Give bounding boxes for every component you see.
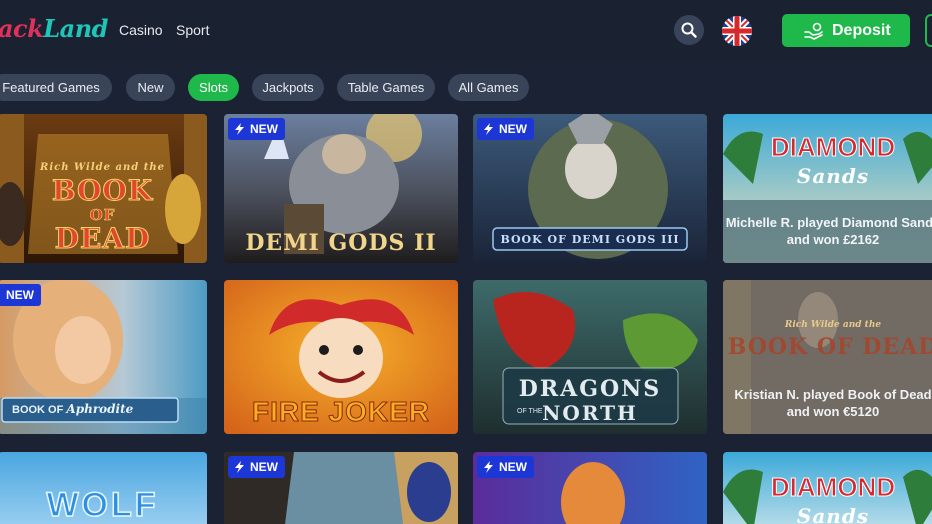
book-of-dead-word-book: BOOK [51,174,154,208]
uk-flag-icon [722,16,752,46]
fire-joker-title: FIRE JOKER [251,396,431,428]
game-tile-demi-gods-2[interactable]: NEW DEMI GODS II [224,114,458,263]
account-button[interactable] [925,14,932,47]
game-tile-book-of-dead-2[interactable]: Rich Wilde and the BOOK OF DEAD Kristian… [723,280,932,434]
logo-text-part2: Land [43,14,108,43]
lightning-icon [484,123,493,135]
tab-featured-games[interactable]: Featured Games [0,74,112,101]
new-badge: NEW [228,118,285,140]
diamond-sands-2-subtitle: Sands [796,504,870,524]
lightning-icon [484,461,493,473]
new-badge-label: NEW [250,122,278,136]
game-tile-book-of-aphrodite[interactable]: NEW BOOK OF Aphrodite [0,280,207,434]
hand-coin-icon [804,22,823,40]
dragons-title-line1: DRAGONS [518,376,662,402]
lightning-icon [235,461,244,473]
logo-text-part1: ack [0,14,44,43]
dragons-title-line3: NORTH [542,401,638,425]
game-tile-fire-joker[interactable]: FIRE JOKER [224,280,458,434]
game-tile-book-of-demi-gods-3[interactable]: NEW BOOK OF DEMI GODS III [473,114,707,263]
new-badge-label: NEW [499,122,527,136]
book-of-aphrodite-name: Aphrodite [66,402,134,416]
book-of-dead-subtitle: Rich Wilde and the [40,162,165,173]
game-tile-mammoth-slot[interactable]: NEW [473,452,707,524]
search-icon [681,22,697,38]
book-of-demi-gods-3-title: BOOK OF DEMI GODS III [500,233,680,246]
deposit-label: Deposit [832,22,891,39]
demi-gods-2-title: DEMI GODS II [245,230,437,256]
tab-all-games[interactable]: All Games [448,74,529,101]
new-badge-label: NEW [250,460,278,474]
book-of-aphrodite-title: BOOK OF Aphrodite [12,402,133,416]
recent-win-2-line2: and won €5120 [786,404,880,419]
game-tile-egypt-slot[interactable]: NEW [224,452,458,524]
diamond-sands-title: DIAMOND [770,132,896,163]
book-of-dead-word-dead: DEAD [54,222,151,256]
nav-casino[interactable]: Casino [119,22,163,38]
language-selector[interactable] [722,16,752,46]
recent-win-2: Kristian N. played Book of Dead and won … [723,386,932,420]
top-header: ackLand Casino Sport Deposit [0,0,932,62]
tab-table-games[interactable]: Table Games [337,74,435,101]
new-badge-label: NEW [6,288,34,302]
nav-sport[interactable]: Sport [176,22,209,38]
new-badge: NEW [477,456,534,478]
recent-win-2-line1: Kristian N. played Book of Dead [734,387,932,402]
diamond-sands-subtitle: Sands [796,164,870,188]
recent-win-1-line1: Michelle R. played Diamond Sands [725,215,932,230]
tab-new[interactable]: New [126,74,175,101]
search-button[interactable] [674,15,704,45]
game-tile-diamond-sands-2[interactable]: DIAMOND Sands [723,452,932,524]
tab-jackpots[interactable]: Jackpots [252,74,324,101]
brand-logo[interactable]: ackLand [0,14,108,43]
new-badge: NEW [228,456,285,478]
game-tile-dragons-of-the-north[interactable]: DRAGONS OF THE NORTH [473,280,707,434]
lightning-icon [235,123,244,135]
game-tile-book-of-dead[interactable]: Rich Wilde and the BOOK OF DEAD [0,114,207,263]
tab-slots[interactable]: Slots [188,74,239,101]
new-badge: NEW [477,118,534,140]
diamond-sands-2-title: DIAMOND [770,472,896,503]
game-tile-wolf[interactable]: WOLF [0,452,207,524]
deposit-button[interactable]: Deposit [782,14,910,47]
wolf-title: WOLF [46,485,159,524]
book-of-dead-2-title: BOOK OF DEAD [727,334,932,360]
book-of-dead-2-subtitle: Rich Wilde and the [784,320,882,330]
new-badge-label: NEW [499,460,527,474]
game-tile-diamond-sands[interactable]: DIAMOND Sands Michelle R. played Diamond… [723,114,932,263]
new-badge: NEW [0,284,41,306]
recent-win-1-line2: and won £2162 [786,232,880,247]
recent-win-1: Michelle R. played Diamond Sands and won… [723,214,932,248]
book-of-aphrodite-prefix: BOOK OF [12,404,64,416]
